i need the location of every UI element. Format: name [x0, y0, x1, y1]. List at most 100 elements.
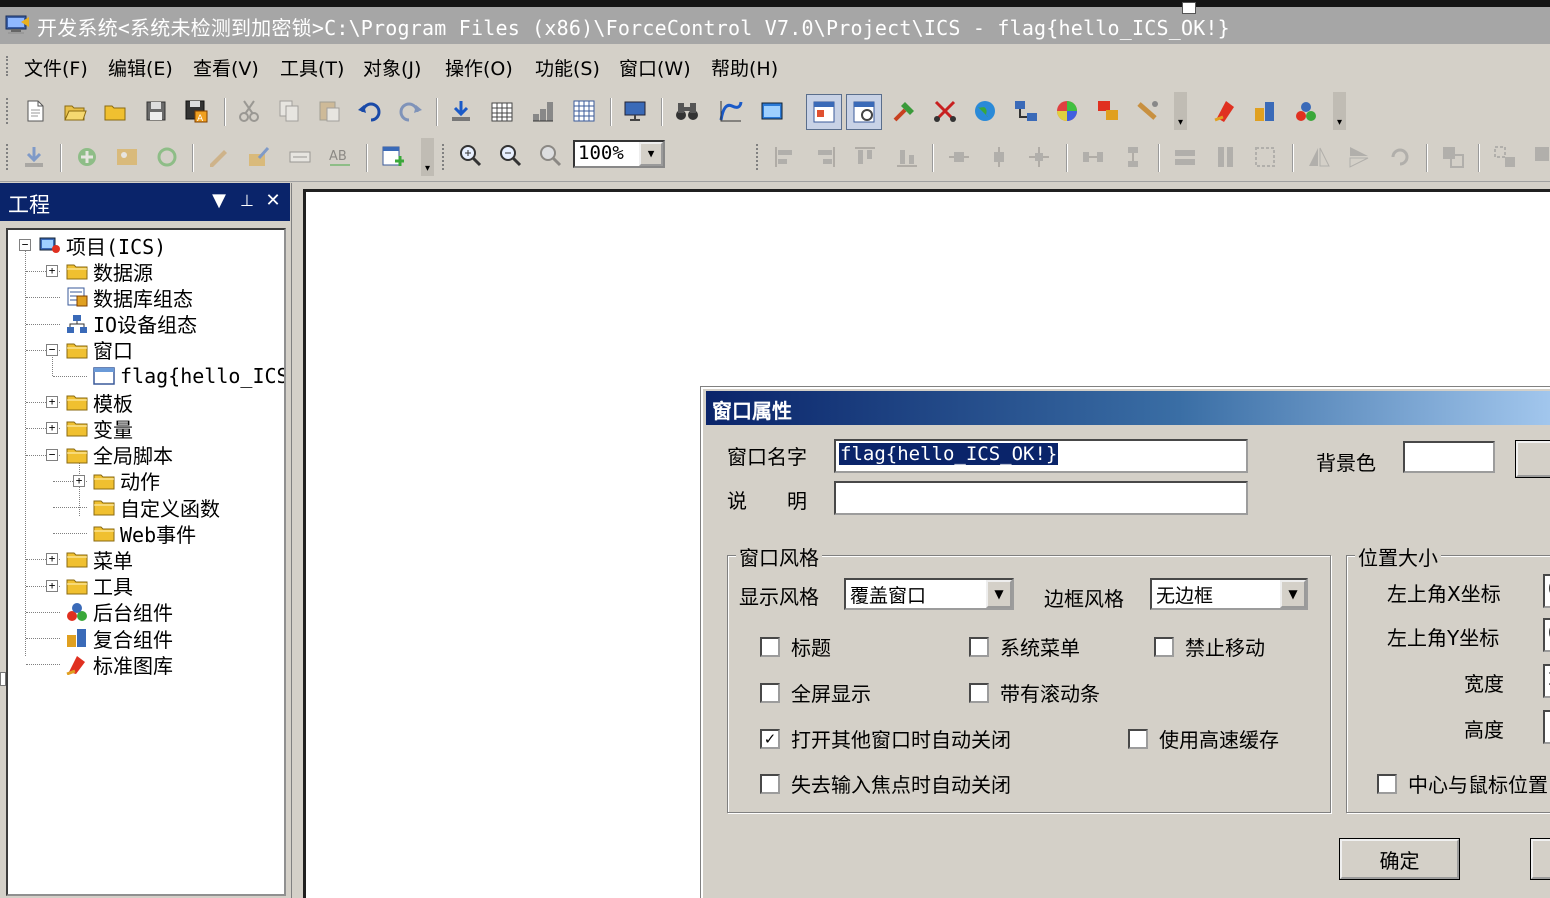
- checkbox-box[interactable]: [1128, 728, 1148, 749]
- link-icon[interactable]: [1133, 96, 1163, 126]
- menu-file[interactable]: 文件(F): [24, 54, 88, 81]
- tree-node[interactable]: 工具: [65, 573, 133, 599]
- expand-icon[interactable]: +: [73, 474, 85, 487]
- tree-node[interactable]: 模板: [65, 389, 133, 416]
- tree-node[interactable]: 变量: [65, 415, 133, 442]
- monitor-icon[interactable]: [620, 96, 650, 126]
- refresh-icon[interactable]: [152, 142, 182, 172]
- toolbar-grip[interactable]: [6, 98, 9, 124]
- tree-node[interactable]: IO设备组态: [65, 311, 197, 337]
- toolbar-grip[interactable]: [756, 144, 759, 170]
- space-v-icon[interactable]: [1118, 142, 1148, 172]
- paste-icon[interactable]: [314, 96, 344, 126]
- zoom-in-icon[interactable]: [455, 140, 485, 170]
- menu-function[interactable]: 功能(S): [535, 54, 600, 81]
- new-icon[interactable]: [20, 96, 50, 126]
- binoculars-icon[interactable]: [672, 96, 702, 126]
- checkbox-box[interactable]: [1154, 636, 1174, 657]
- y-input[interactable]: 0: [1543, 618, 1550, 652]
- checkbox-box[interactable]: [760, 636, 780, 657]
- pane-menu-icon[interactable]: ▼: [208, 190, 230, 212]
- project-tree[interactable]: 项目(ICS) − 数据源 + 数据库组态 IO设备组态 窗口 − flag{hello_ICS…: [6, 228, 286, 896]
- curve-icon[interactable]: [716, 96, 746, 126]
- checkbox-box[interactable]: [969, 636, 989, 657]
- toolbar-grip[interactable]: [442, 144, 445, 170]
- collapse-icon[interactable]: −: [19, 239, 31, 251]
- expand-icon[interactable]: +: [46, 396, 58, 409]
- undo-icon[interactable]: [355, 96, 385, 126]
- description-input[interactable]: [834, 481, 1248, 515]
- tree-node[interactable]: 菜单: [65, 546, 133, 573]
- width-input[interactable]: 2: [1543, 664, 1550, 698]
- add-icon[interactable]: [72, 142, 102, 172]
- menu-edit[interactable]: 编辑(E): [108, 54, 173, 81]
- close-icon[interactable]: ✕: [262, 190, 284, 212]
- tree-node[interactable]: Web事件: [92, 520, 196, 547]
- flip-h-icon[interactable]: [1304, 142, 1334, 172]
- redo-icon[interactable]: [395, 96, 425, 126]
- zoom-select[interactable]: 100% ▼: [573, 140, 665, 168]
- flip-v-icon[interactable]: [1344, 142, 1374, 172]
- tree-node[interactable]: 复合组件: [65, 625, 173, 652]
- same-width-icon[interactable]: [1170, 142, 1200, 172]
- tree-node[interactable]: 窗口: [65, 337, 133, 363]
- download-icon[interactable]: [446, 96, 476, 126]
- same-size-icon[interactable]: [1250, 142, 1280, 172]
- order-icon[interactable]: [1530, 142, 1550, 172]
- expand-icon[interactable]: +: [46, 553, 58, 566]
- display-style-select[interactable]: 覆盖窗口 ▼: [844, 578, 1014, 610]
- menu-view[interactable]: 查看(V): [193, 54, 259, 81]
- checkbox-box[interactable]: [1377, 773, 1397, 794]
- import-icon[interactable]: [19, 142, 49, 172]
- tree-node[interactable]: 数据源: [65, 258, 153, 285]
- cancel-button[interactable]: [1531, 839, 1550, 879]
- menu-operate[interactable]: 操作(O): [445, 54, 513, 81]
- insert-icon[interactable]: [378, 142, 408, 172]
- composite-icon[interactable]: [1250, 96, 1280, 126]
- center-v-icon[interactable]: [984, 142, 1014, 172]
- menu-grip[interactable]: [6, 56, 9, 76]
- toolbar-overflow-3[interactable]: ▾: [421, 138, 434, 176]
- zoom-fit-icon[interactable]: [535, 140, 565, 170]
- tree-node[interactable]: 项目(ICS): [38, 232, 166, 259]
- toolbar-grip[interactable]: [6, 144, 9, 170]
- window-props-icon[interactable]: [806, 94, 842, 130]
- rotate-icon[interactable]: [1385, 142, 1415, 172]
- auto-close-on-blur-checkbox[interactable]: 失去输入焦点时自动关闭: [760, 769, 1011, 798]
- globe-icon[interactable]: [970, 96, 1000, 126]
- ab-icon[interactable]: AB: [325, 142, 355, 172]
- checkbox-box[interactable]: ✓: [760, 728, 780, 749]
- center-icon[interactable]: [1024, 142, 1054, 172]
- group-icon[interactable]: [1438, 142, 1468, 172]
- copy-icon[interactable]: [274, 96, 304, 126]
- tree-node[interactable]: 数据库组态: [65, 284, 193, 311]
- menu-object[interactable]: 对象(J): [363, 54, 421, 81]
- scissors-icon[interactable]: [930, 96, 960, 126]
- fullscreen-checkbox[interactable]: 全屏显示: [760, 678, 871, 707]
- tools-icon[interactable]: [890, 96, 920, 126]
- window-config-icon[interactable]: [846, 94, 882, 130]
- chevron-down-icon[interactable]: ▼: [986, 580, 1012, 608]
- cut-icon[interactable]: [234, 96, 264, 126]
- ok-button[interactable]: 确定: [1340, 839, 1459, 879]
- window-name-input[interactable]: flag{hello_ICS_OK!}: [834, 439, 1248, 473]
- scrollbar-checkbox[interactable]: 带有滚动条: [969, 678, 1100, 707]
- auto-close-on-open-checkbox[interactable]: ✓ 打开其他窗口时自动关闭: [760, 724, 1011, 753]
- grid-icon[interactable]: [569, 96, 599, 126]
- zoom-out-icon[interactable]: [495, 140, 525, 170]
- system-menu-checkbox[interactable]: 系统菜单: [969, 632, 1080, 661]
- menu-help[interactable]: 帮助(H): [711, 54, 778, 81]
- tree-node[interactable]: flag{hello_ICS: [92, 363, 284, 389]
- bgcolor-swatch[interactable]: [1403, 441, 1495, 473]
- edit-icon[interactable]: [204, 142, 234, 172]
- resize-grip[interactable]: [1182, 2, 1196, 14]
- align-bottom-icon[interactable]: [892, 142, 922, 172]
- space-h-icon[interactable]: [1078, 142, 1108, 172]
- title-checkbox[interactable]: 标题: [760, 632, 831, 661]
- menu-tools[interactable]: 工具(T): [280, 54, 344, 81]
- toolbar-overflow-2[interactable]: ▾: [1333, 92, 1346, 130]
- same-height-icon[interactable]: [1210, 142, 1240, 172]
- text-icon[interactable]: [285, 142, 315, 172]
- components-icon[interactable]: [1291, 96, 1321, 126]
- export-icon[interactable]: [244, 142, 274, 172]
